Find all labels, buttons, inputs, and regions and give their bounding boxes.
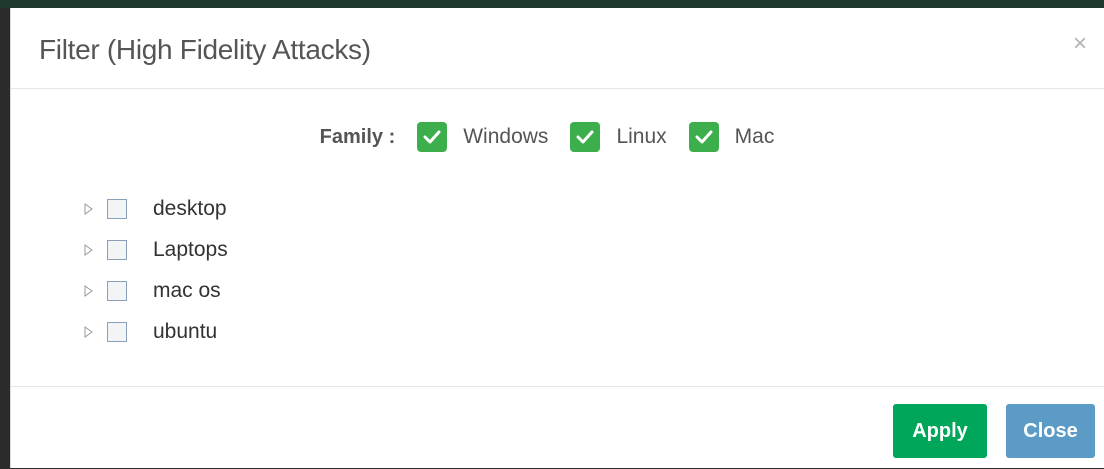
close-button[interactable]: Close: [1006, 404, 1095, 458]
tree-node-label[interactable]: ubuntu: [153, 320, 217, 344]
modal-header: Filter (High Fidelity Attacks) ×: [11, 8, 1104, 89]
family-option-label: Mac: [734, 125, 775, 148]
triangle-right-icon[interactable]: [81, 243, 95, 256]
tree-node-label[interactable]: Laptops: [153, 238, 228, 262]
family-label: Family :: [319, 125, 396, 148]
tree-node-ubuntu: ubuntu: [81, 311, 228, 352]
modal-title: Filter (High Fidelity Attacks): [39, 34, 371, 65]
tree-node-checkbox[interactable]: [107, 239, 127, 260]
checkmark-icon: [423, 130, 441, 144]
tree-node-laptops: Laptops: [81, 229, 228, 270]
checkbox-windows[interactable]: [417, 122, 448, 152]
close-icon[interactable]: ×: [1073, 32, 1087, 56]
tree-node-checkbox[interactable]: [107, 198, 127, 219]
backdrop-strip: [0, 0, 1104, 8]
apply-button[interactable]: Apply: [893, 404, 987, 458]
checkmark-icon: [576, 130, 594, 144]
family-filter-row: Family : Windows Linux Mac: [11, 120, 1104, 154]
family-option-label: Linux: [616, 125, 667, 148]
checkbox-mac[interactable]: [688, 122, 719, 152]
tree-node-checkbox[interactable]: [107, 321, 127, 342]
tree-node-mac-os: mac os: [81, 270, 228, 311]
family-option-mac[interactable]: Mac: [688, 122, 775, 152]
family-option-linux[interactable]: Linux: [570, 122, 667, 152]
tree-node-label[interactable]: desktop: [153, 197, 227, 221]
triangle-right-icon[interactable]: [81, 325, 95, 338]
triangle-right-icon[interactable]: [81, 202, 95, 215]
tree-node-label[interactable]: mac os: [153, 279, 221, 303]
filter-modal: Filter (High Fidelity Attacks) × Family …: [10, 8, 1104, 468]
modal-footer: Apply Close: [11, 386, 1104, 469]
tree-node-desktop: desktop: [81, 188, 228, 229]
tree-node-checkbox[interactable]: [107, 280, 127, 301]
triangle-right-icon[interactable]: [81, 284, 95, 297]
family-option-label: Windows: [463, 125, 549, 148]
checkbox-linux[interactable]: [570, 122, 601, 152]
family-option-windows[interactable]: Windows: [417, 122, 548, 152]
group-tree: desktop Laptops mac os ubuntu: [81, 188, 228, 352]
checkmark-icon: [695, 130, 713, 144]
